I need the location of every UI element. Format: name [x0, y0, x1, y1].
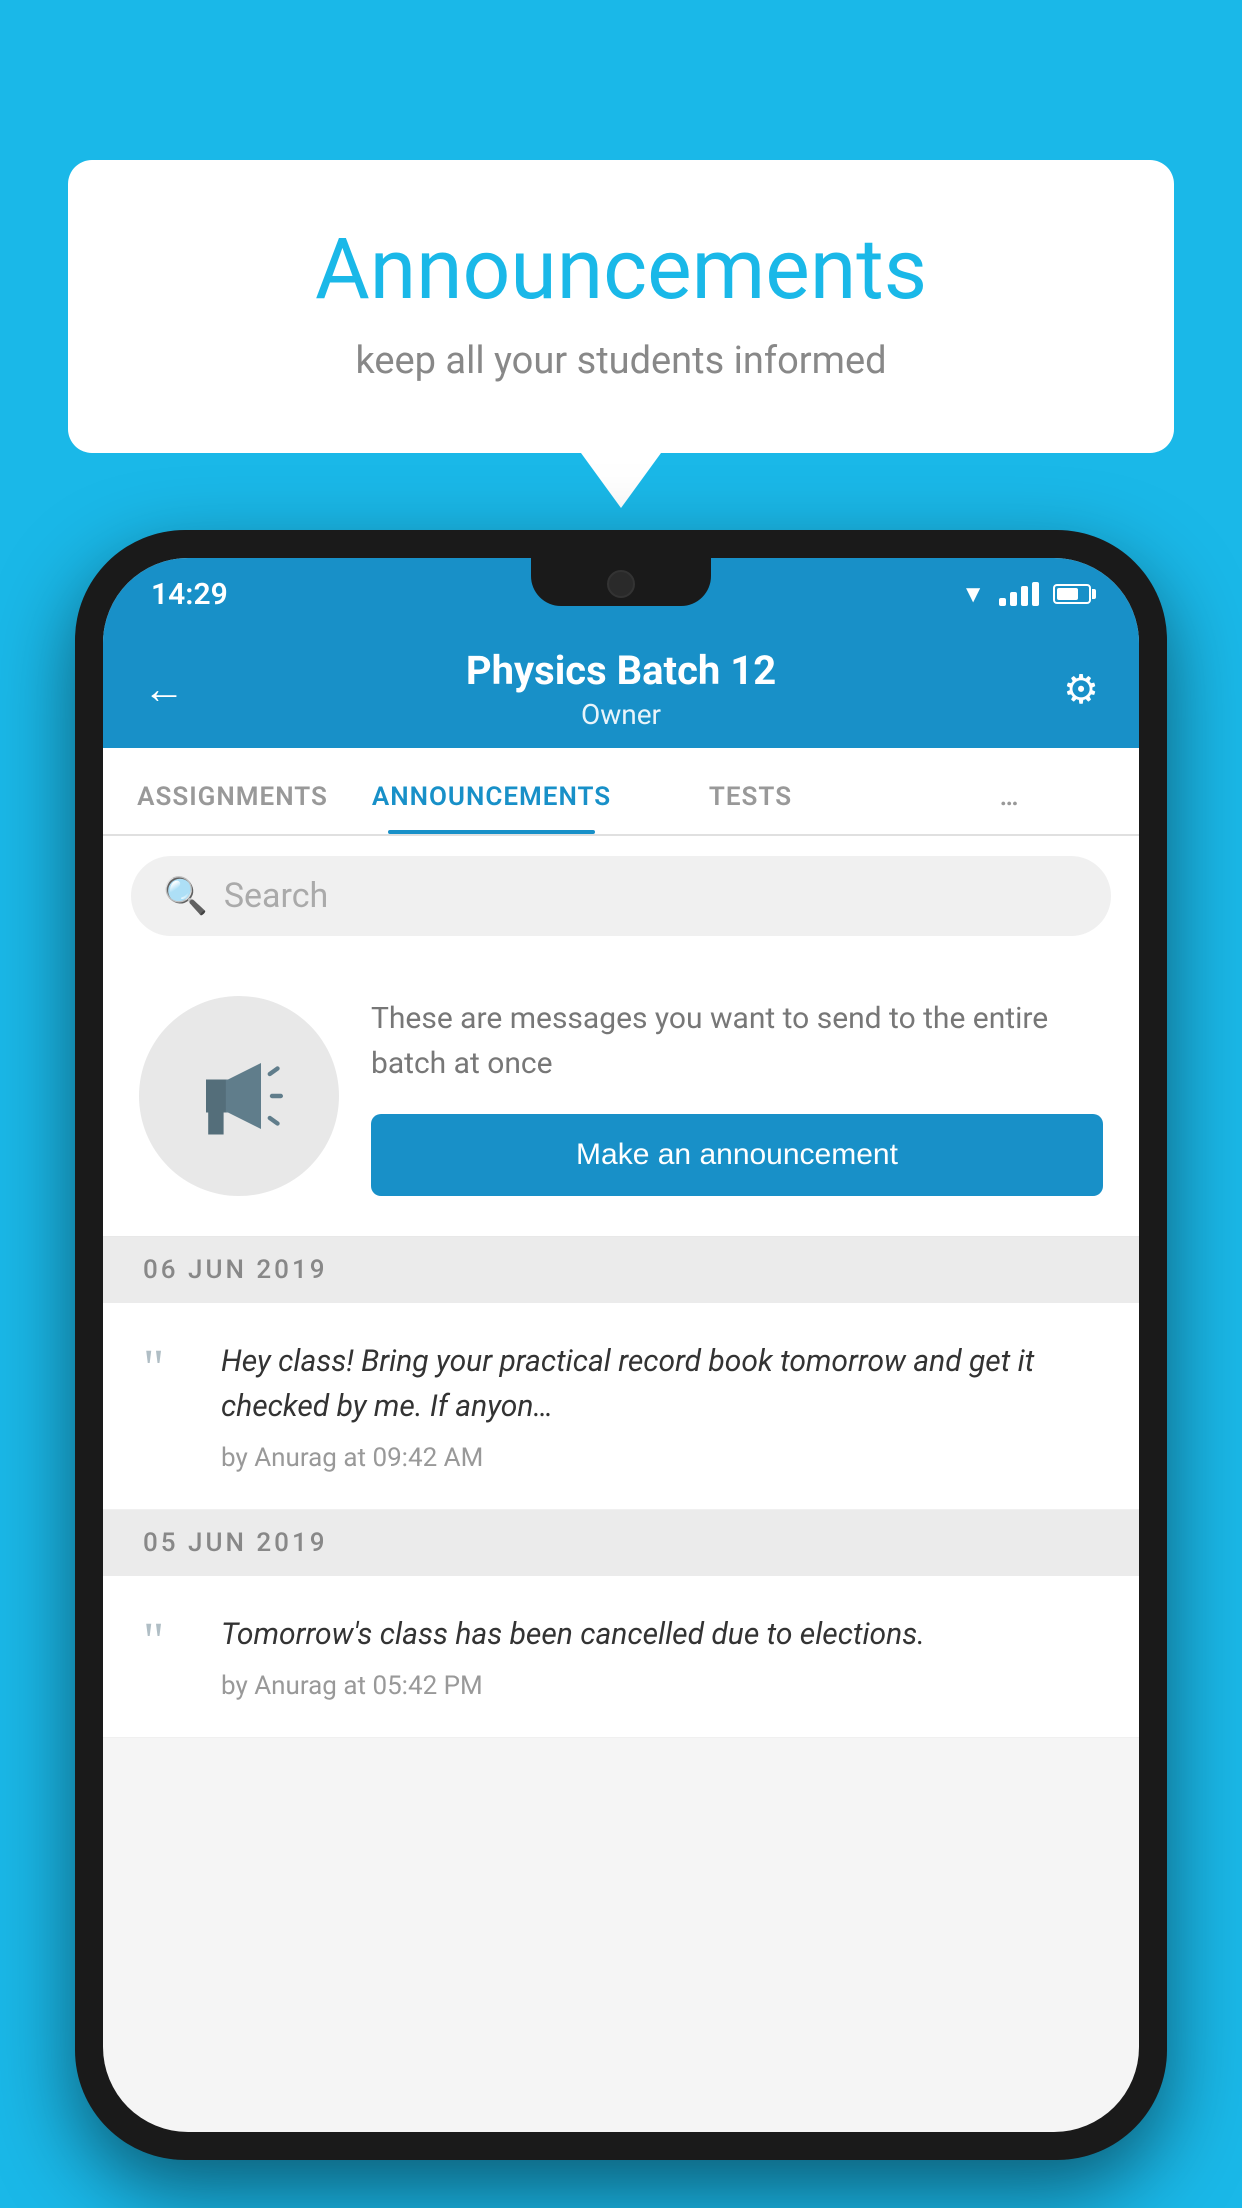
back-button[interactable]: ← [143, 665, 203, 714]
settings-icon[interactable]: ⚙ [1039, 666, 1099, 713]
announcement-meta-1: by Anurag at 09:42 AM [221, 1443, 1099, 1473]
batch-title: Physics Batch 12 [203, 647, 1039, 694]
phone-screen: 14:29 ▼ ← Phys [103, 558, 1139, 2132]
app-header: ← Physics Batch 12 Owner ⚙ [103, 630, 1139, 748]
announcement-message-1: Hey class! Bring your practical record b… [221, 1339, 1099, 1429]
battery-icon [1053, 584, 1091, 604]
quote-icon-2: " [143, 1616, 191, 1668]
quote-icon-1: " [143, 1343, 191, 1395]
status-icons: ▼ [961, 580, 1091, 609]
phone-body: 14:29 ▼ ← Phys [75, 530, 1167, 2160]
announcement-item-1: " Hey class! Bring your practical record… [103, 1303, 1139, 1510]
megaphone-icon [184, 1041, 294, 1151]
tab-tests[interactable]: TESTS [621, 782, 880, 834]
batch-role: Owner [203, 698, 1039, 731]
page-subtitle: keep all your students informed [148, 339, 1094, 383]
page-title: Announcements [148, 220, 1094, 319]
phone-camera [607, 570, 635, 598]
make-announcement-button[interactable]: Make an announcement [371, 1114, 1103, 1196]
tab-announcements[interactable]: ANNOUNCEMENTS [362, 782, 621, 834]
search-icon: 🔍 [163, 875, 208, 917]
search-input[interactable]: Search [224, 876, 328, 916]
promo-description: These are messages you want to send to t… [371, 996, 1103, 1086]
tabs-bar: ASSIGNMENTS ANNOUNCEMENTS TESTS … [103, 748, 1139, 836]
announcement-promo: These are messages you want to send to t… [103, 956, 1139, 1237]
announcement-content-2: Tomorrow's class has been cancelled due … [221, 1612, 1099, 1701]
wifi-icon: ▼ [961, 580, 985, 609]
megaphone-circle [139, 996, 339, 1196]
speech-bubble-tail [581, 453, 661, 508]
announcement-message-2: Tomorrow's class has been cancelled due … [221, 1612, 1099, 1657]
header-center: Physics Batch 12 Owner [203, 647, 1039, 731]
speech-bubble-card: Announcements keep all your students inf… [68, 160, 1174, 453]
date-divider-1: 06 JUN 2019 [103, 1237, 1139, 1303]
search-box[interactable]: 🔍 Search [131, 856, 1111, 936]
promo-content: These are messages you want to send to t… [371, 996, 1103, 1196]
date-divider-2: 05 JUN 2019 [103, 1510, 1139, 1576]
speech-bubble-section: Announcements keep all your students inf… [68, 160, 1174, 508]
phone-notch [531, 558, 711, 606]
signal-icon [999, 582, 1039, 606]
announcement-content-1: Hey class! Bring your practical record b… [221, 1339, 1099, 1473]
status-time: 14:29 [151, 577, 228, 612]
phone-mockup: 14:29 ▼ ← Phys [75, 530, 1167, 2208]
search-section: 🔍 Search [103, 836, 1139, 956]
announcement-meta-2: by Anurag at 05:42 PM [221, 1671, 1099, 1701]
tab-more[interactable]: … [880, 782, 1139, 834]
announcement-item-2: " Tomorrow's class has been cancelled du… [103, 1576, 1139, 1738]
tab-assignments[interactable]: ASSIGNMENTS [103, 782, 362, 834]
